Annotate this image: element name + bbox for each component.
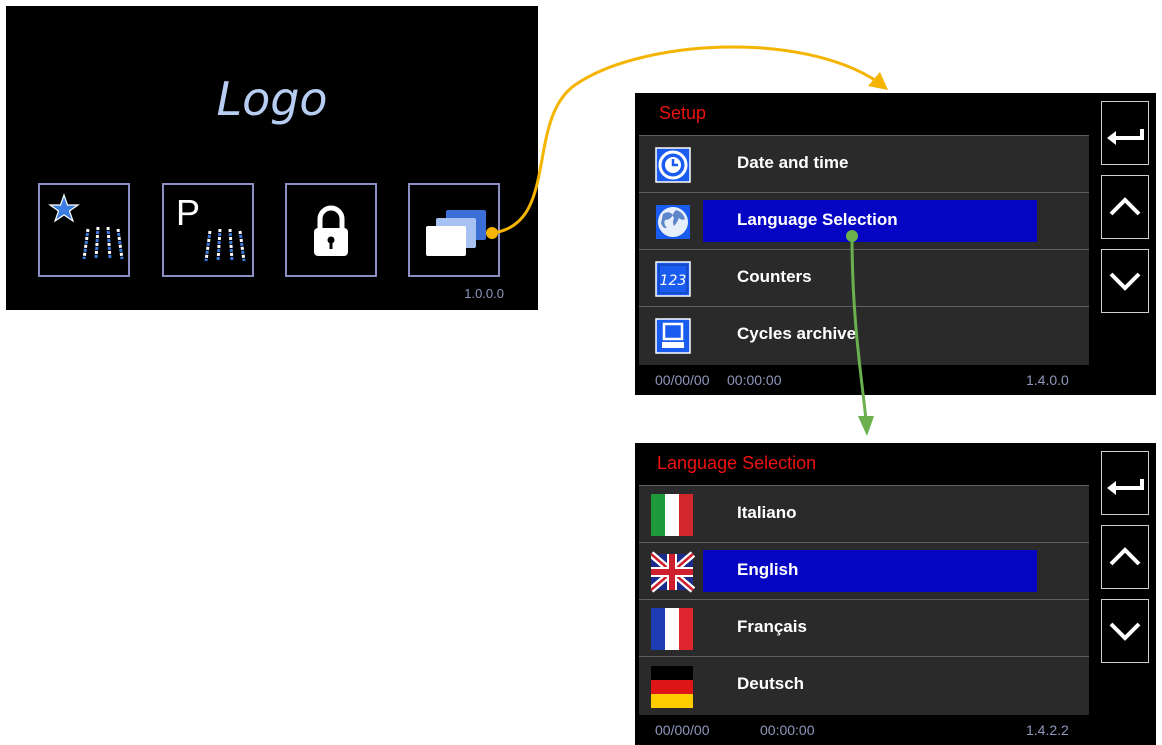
green-arrowhead-icon xyxy=(858,416,874,436)
green-connector xyxy=(850,235,868,421)
yellow-arrowhead-icon xyxy=(868,72,888,90)
yellow-connector-dot xyxy=(486,227,498,239)
yellow-connector xyxy=(491,45,879,235)
flow-connectors xyxy=(486,45,888,436)
green-connector-dot xyxy=(846,230,858,242)
